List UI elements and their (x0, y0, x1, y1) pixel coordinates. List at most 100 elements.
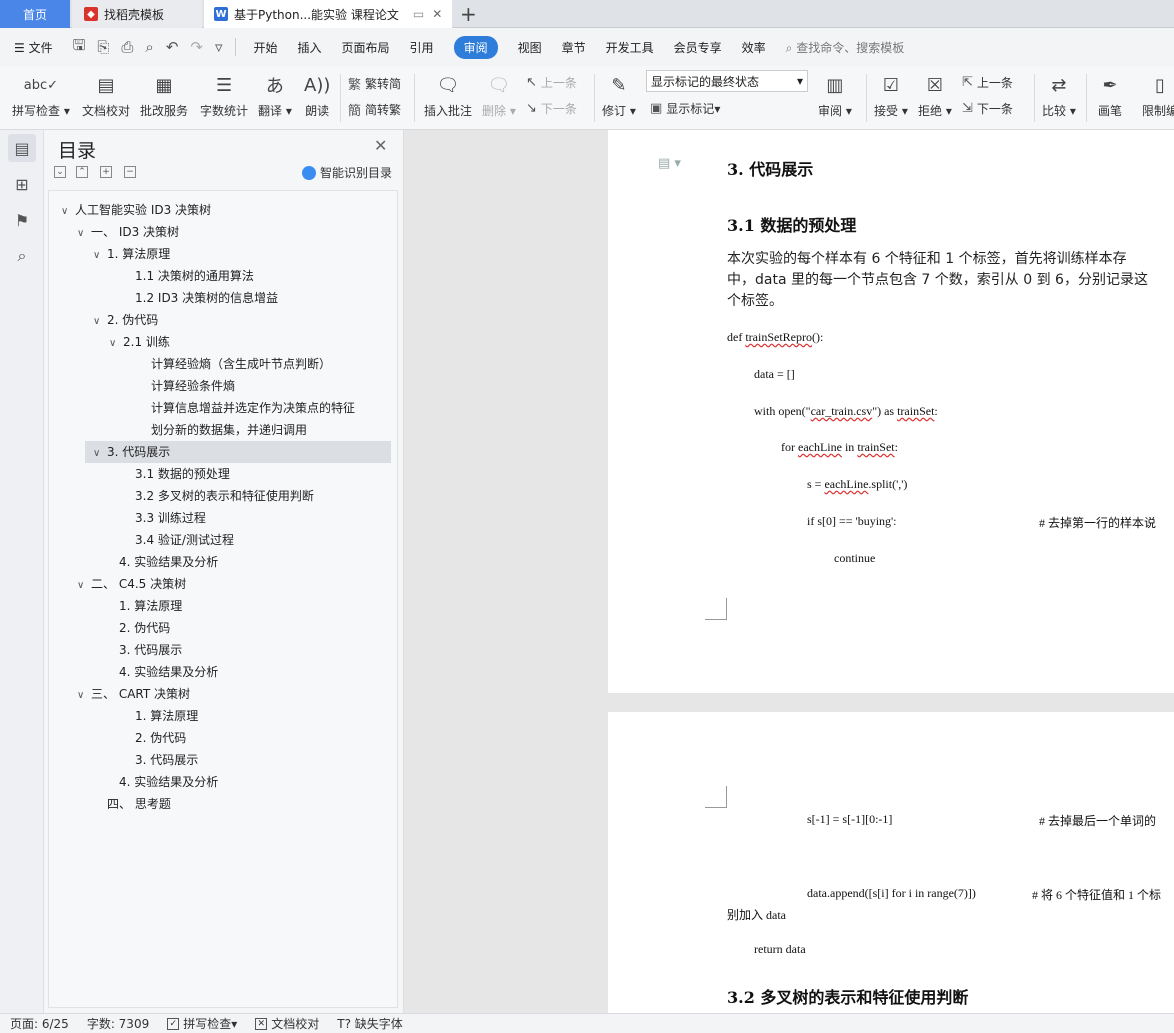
file-menu[interactable]: ☰ 文件 (14, 39, 53, 56)
accept-button[interactable]: ☑ 接受 ▾ (874, 70, 908, 119)
delete-comment-button[interactable]: 🗨 删除 ▾ (482, 70, 516, 119)
page-count[interactable]: 页面: 6/25 (10, 1015, 69, 1032)
chevron-down-icon[interactable]: ∨ (93, 311, 107, 333)
doc-options-icon[interactable]: ▤ ▾ (658, 156, 681, 171)
review-pane-button[interactable]: ▥ 审阅 ▾ (818, 70, 852, 119)
toc-item[interactable]: 4. 实验结果及分析 (105, 771, 218, 793)
menu-insert[interactable]: 插入 (298, 39, 322, 56)
chevron-down-icon[interactable]: ∨ (93, 443, 107, 465)
menu-reference[interactable]: 引用 (410, 39, 434, 56)
remove-heading-icon[interactable]: − (124, 166, 136, 178)
revise-button[interactable]: ✎ 修订 ▾ (602, 70, 636, 119)
undo-icon[interactable]: ↶ (166, 38, 179, 56)
toc-item[interactable]: 4. 实验结果及分析 (105, 661, 218, 683)
toc-item[interactable]: 计算信息增益并选定作为决策点的特征 (137, 397, 355, 419)
toc-item[interactable]: 1. 算法原理 (105, 595, 182, 617)
tab-close-icon[interactable]: ✕ (432, 7, 442, 21)
to-simplified-button[interactable]: 簡简转繁 (348, 100, 401, 119)
reject-button[interactable]: ☒ 拒绝 ▾ (918, 70, 952, 119)
bookmark-icon[interactable]: ⚑ (8, 206, 36, 234)
doc-proofread-button[interactable]: ▤ 文档校对 (82, 70, 130, 119)
pen-button[interactable]: ✒ 画笔 (1098, 70, 1122, 119)
toc-item[interactable]: 1.1 决策树的通用算法 (121, 265, 254, 287)
toc-item[interactable]: 4. 实验结果及分析 (105, 551, 218, 573)
status-spell-check[interactable]: ✓ 拼写检查 ▾ (167, 1015, 237, 1032)
toc-item[interactable]: 2. 伪代码 (121, 727, 186, 749)
chevron-down-icon[interactable]: ∨ (77, 575, 91, 597)
expand-up-icon[interactable]: ⌃ (76, 166, 88, 178)
restrict-edit-button[interactable]: ▯ 限制编 (1142, 70, 1174, 119)
toc-item[interactable]: 3.2 多叉树的表示和特征使用判断 (121, 485, 314, 507)
translate-button[interactable]: あ 翻译 ▾ (258, 70, 292, 119)
tab-home[interactable]: 首页 (0, 0, 70, 28)
print-icon[interactable]: ⎙ (121, 38, 133, 56)
toc-item[interactable]: ∨ 2. 伪代码 (93, 309, 158, 331)
chevron-down-icon[interactable]: ∨ (61, 201, 75, 223)
next-change-button[interactable]: ⇲ 下一条 (962, 100, 1013, 117)
toc-item[interactable]: ∨ 1. 算法原理 (93, 243, 170, 265)
toc-item[interactable]: 四、 思考题 (93, 793, 171, 815)
toc-item[interactable]: 1. 算法原理 (121, 705, 198, 727)
spell-check-button[interactable]: abc✓ 拼写检查 ▾ (12, 70, 70, 119)
status-proofread[interactable]: ✕ 文档校对 (255, 1015, 319, 1032)
toc-item[interactable]: 3. 代码展示 (105, 639, 182, 661)
export-icon[interactable]: ⎘ (97, 38, 109, 56)
add-heading-icon[interactable]: + (100, 166, 112, 178)
search-icon[interactable]: ⌕ (8, 242, 36, 270)
toc-item[interactable]: 划分新的数据集，并递归调用 (137, 419, 307, 441)
toc-item[interactable]: 1.2 ID3 决策树的信息增益 (121, 287, 278, 309)
chevron-down-icon[interactable]: ∨ (93, 245, 107, 267)
new-tab-icon[interactable]: + (460, 2, 477, 26)
menu-page-layout[interactable]: 页面布局 (342, 39, 390, 56)
insert-comment-button[interactable]: 🗨 插入批注 (424, 70, 472, 119)
menu-dev-tools[interactable]: 开发工具 (606, 39, 654, 56)
toc-item[interactable]: 3.3 训练过程 (121, 507, 206, 529)
menu-review[interactable]: 审阅 (453, 35, 498, 59)
annotate-service-button[interactable]: ▦ 批改服务 (140, 70, 188, 119)
toc-item[interactable]: ∨ 一、 ID3 决策树 (77, 221, 179, 243)
chevron-down-icon[interactable]: ∨ (77, 685, 91, 707)
print-preview-icon[interactable]: ⌕ (145, 38, 153, 56)
document-page[interactable]: s[-1] = s[-1][0:-1] # 去掉最后一个单词的 data.app… (608, 712, 1174, 1013)
tab-document[interactable]: W 基于Python...能实验 课程论文 ▭ ✕ (204, 0, 452, 28)
toc-item[interactable]: ∨ 三、 CART 决策树 (77, 683, 190, 705)
word-count[interactable]: 字数: 7309 (87, 1015, 149, 1032)
menu-start[interactable]: 开始 (254, 39, 278, 56)
markup-state-select[interactable]: 显示标记的最终状态 ▾ (646, 70, 808, 92)
quick-access-dropdown-icon[interactable]: ▿ (215, 38, 223, 56)
command-search[interactable]: ⌕ 查找命令、搜索模板 (786, 39, 905, 56)
redo-icon[interactable]: ↷ (190, 38, 203, 56)
toc-item[interactable]: ∨ 二、 C4.5 决策树 (77, 573, 186, 595)
save-icon[interactable]: 🖫 (73, 35, 86, 60)
menu-view[interactable]: 视图 (518, 39, 542, 56)
chevron-down-icon[interactable]: ∨ (77, 223, 91, 245)
tab-template[interactable]: ◆ 找稻壳模板 (72, 0, 202, 28)
toc-item[interactable]: ∨ 2.1 训练 (109, 331, 170, 353)
prev-change-button[interactable]: ⇱ 上一条 (962, 74, 1013, 91)
nav-pane-icon[interactable]: ⊞ (8, 170, 36, 198)
toc-item[interactable]: 计算经验熵（含生成叶节点判断） (137, 353, 331, 375)
toc-item[interactable]: ∨ 3. 代码展示 (85, 441, 391, 463)
close-icon[interactable]: ✕ (374, 136, 387, 155)
toc-item[interactable]: 计算经验条件熵 (137, 375, 235, 397)
toc-item[interactable]: 3. 代码展示 (121, 749, 198, 771)
tab-pin-icon[interactable]: ▭ (413, 7, 424, 21)
to-traditional-button[interactable]: 繁繁转简 (348, 74, 401, 93)
missing-font[interactable]: T? 缺失字体 (337, 1015, 403, 1032)
menu-member[interactable]: 会员专享 (674, 39, 722, 56)
show-markup-button[interactable]: ▣ 显示标记 ▾ (650, 100, 720, 117)
toc-panel-icon[interactable]: ▤ (8, 134, 36, 162)
toc-item[interactable]: 2. 伪代码 (105, 617, 170, 639)
toc-item[interactable]: 3.4 验证/测试过程 (121, 529, 234, 551)
menu-chapter[interactable]: 章节 (562, 39, 586, 56)
toc-item[interactable]: ∨ 人工智能实验 ID3 决策树 (61, 199, 211, 221)
read-aloud-button[interactable]: A)) 朗读 (304, 70, 330, 119)
next-comment-button[interactable]: ↘ 下一条 (526, 100, 577, 117)
ai-toc-button[interactable]: 智能识别目录 (302, 164, 392, 181)
menu-efficiency[interactable]: 效率 (742, 39, 766, 56)
prev-comment-button[interactable]: ↖ 上一条 (526, 74, 577, 91)
collapse-all-icon[interactable]: ⌄ (54, 166, 66, 178)
word-count-button[interactable]: ☰ 字数统计 (200, 70, 248, 119)
document-page[interactable]: 3. 代码展示 3.1 数据的预处理 本次实验的每个样本有 6 个特征和 1 个… (608, 130, 1174, 693)
chevron-down-icon[interactable]: ∨ (109, 333, 123, 355)
